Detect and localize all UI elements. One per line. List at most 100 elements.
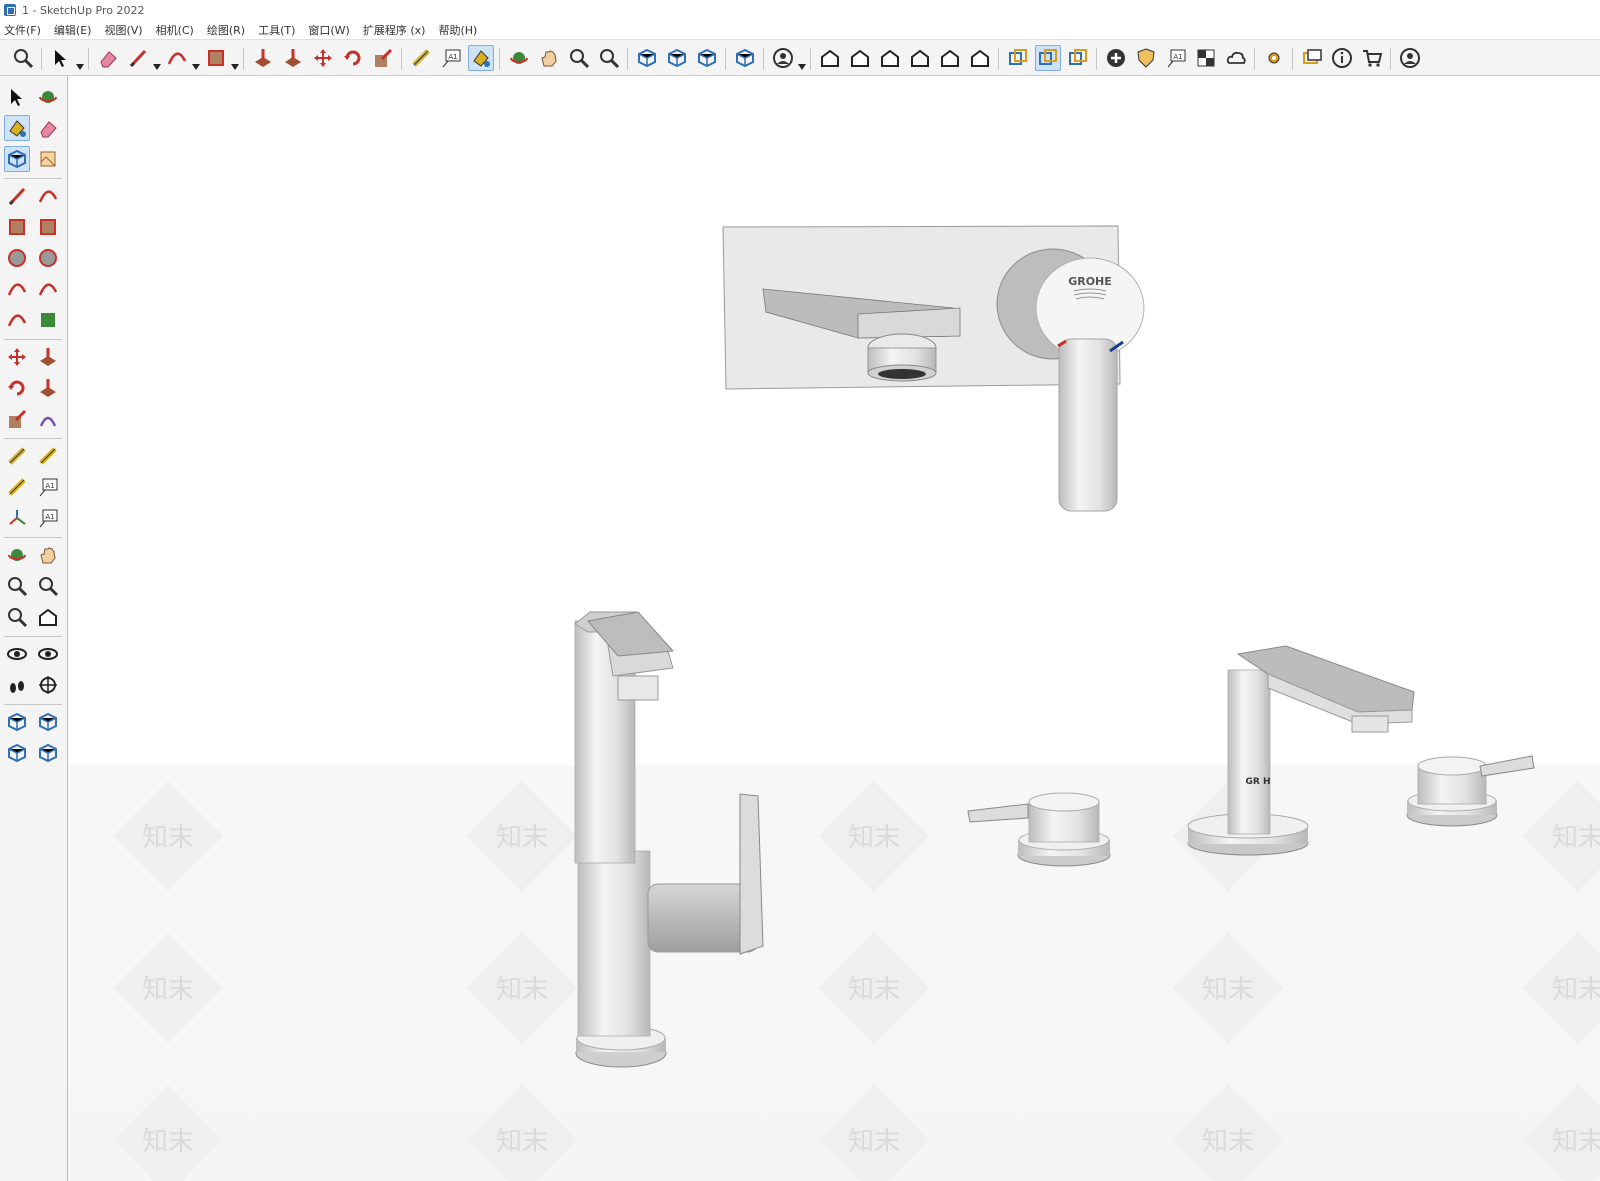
cart-button[interactable]	[1359, 45, 1385, 71]
info-button[interactable]	[1329, 45, 1355, 71]
front-view-button[interactable]	[877, 45, 903, 71]
left-view-button[interactable]	[967, 45, 993, 71]
follow-me-button[interactable]	[280, 45, 306, 71]
previous-view-button[interactable]	[35, 604, 61, 630]
back-view-button[interactable]	[937, 45, 963, 71]
move-button[interactable]	[4, 344, 30, 370]
circle-button[interactable]	[4, 245, 30, 271]
menu-item-4[interactable]: 绘图(R)	[207, 22, 245, 38]
chat-button[interactable]	[1299, 45, 1325, 71]
follow-me-button[interactable]	[35, 375, 61, 401]
chevron-down-icon[interactable]	[231, 55, 239, 70]
right-view-button[interactable]	[907, 45, 933, 71]
tape-measure-button[interactable]	[4, 443, 30, 469]
extension-warehouse-button[interactable]	[664, 45, 690, 71]
chevron-down-icon[interactable]	[153, 55, 161, 70]
menu-item-0[interactable]: 文件(F)	[4, 22, 41, 38]
menu-item-7[interactable]: 扩展程序 (x)	[363, 22, 426, 38]
menu-item-8[interactable]: 帮助(H)	[438, 22, 477, 38]
menu-item-1[interactable]: 编辑(E)	[54, 22, 92, 38]
3d-warehouse-button[interactable]	[4, 709, 30, 735]
arc-button[interactable]	[4, 276, 30, 302]
dimension-button[interactable]	[35, 443, 61, 469]
add-location-button[interactable]	[1103, 45, 1129, 71]
top-view-button[interactable]	[847, 45, 873, 71]
left-faucet-handle[interactable]	[967, 792, 1111, 867]
menu-item-3[interactable]: 相机(C)	[156, 22, 194, 38]
tag-button[interactable]	[35, 146, 61, 172]
wall-mounted-faucet[interactable]: GROHE	[722, 225, 1145, 512]
right-faucet-handle[interactable]	[1406, 755, 1535, 827]
offset-button[interactable]	[35, 406, 61, 432]
section-plane-button[interactable]	[35, 672, 61, 698]
polygon-button[interactable]	[35, 245, 61, 271]
three-point-arc-button[interactable]	[4, 307, 30, 333]
look-around-button[interactable]	[35, 641, 61, 667]
make-component-button[interactable]	[4, 146, 30, 172]
rectangle-button[interactable]	[4, 214, 30, 240]
extension-manager-button[interactable]	[35, 740, 61, 766]
extension-warehouse-button[interactable]	[35, 709, 61, 735]
push-pull-button[interactable]	[35, 344, 61, 370]
move-button[interactable]	[310, 45, 336, 71]
layout-button[interactable]	[4, 740, 30, 766]
two-point-arc-button[interactable]	[35, 276, 61, 302]
zoom-button[interactable]	[4, 573, 30, 599]
freehand-button[interactable]	[35, 183, 61, 209]
push-pull-button[interactable]	[250, 45, 276, 71]
extension-manager-button[interactable]	[732, 45, 758, 71]
scale-button[interactable]	[4, 406, 30, 432]
line-button[interactable]	[4, 183, 30, 209]
account-button[interactable]	[770, 45, 796, 71]
pencil-line-button[interactable]	[125, 45, 151, 71]
scale-button[interactable]	[370, 45, 396, 71]
zoom-extents-button[interactable]	[4, 604, 30, 630]
text-label-button[interactable]: A1	[438, 45, 464, 71]
widespread-faucet-spout[interactable]: GR H	[1187, 645, 1415, 856]
iso-view-button[interactable]	[817, 45, 843, 71]
3d-warehouse-button[interactable]	[634, 45, 660, 71]
select-button[interactable]	[4, 84, 30, 110]
paint-bucket-button[interactable]	[4, 115, 30, 141]
tape-measure-button[interactable]	[408, 45, 434, 71]
settings-button[interactable]	[1261, 45, 1287, 71]
shield-button[interactable]	[1133, 45, 1159, 71]
checker-button[interactable]	[1193, 45, 1219, 71]
eraser-button[interactable]	[95, 45, 121, 71]
rotated-rectangle-button[interactable]	[35, 214, 61, 240]
pan-button[interactable]	[536, 45, 562, 71]
rotate-button[interactable]	[340, 45, 366, 71]
rectangle-button[interactable]	[203, 45, 229, 71]
position-camera-button[interactable]	[4, 641, 30, 667]
pie-button[interactable]	[35, 307, 61, 333]
menu-item-6[interactable]: 窗口(W)	[308, 22, 349, 38]
rotate-button[interactable]	[4, 375, 30, 401]
menu-item-2[interactable]: 视图(V)	[104, 22, 142, 38]
orbit-button[interactable]	[506, 45, 532, 71]
protractor-button[interactable]	[4, 474, 30, 500]
menu-item-5[interactable]: 工具(T)	[258, 22, 295, 38]
zoom-extents-button[interactable]	[596, 45, 622, 71]
chevron-down-icon[interactable]	[192, 55, 200, 70]
orbit-button[interactable]	[35, 84, 61, 110]
chevron-down-icon[interactable]	[76, 55, 84, 70]
layout-button[interactable]	[694, 45, 720, 71]
3d-text-button[interactable]: A1	[35, 505, 61, 531]
arc-button[interactable]	[164, 45, 190, 71]
walk-button[interactable]	[4, 672, 30, 698]
orbit-view-button[interactable]	[4, 542, 30, 568]
text-button[interactable]: A1	[35, 474, 61, 500]
zoom-window-button[interactable]	[35, 573, 61, 599]
outer-shell-button[interactable]	[1035, 45, 1061, 71]
axes-button[interactable]	[4, 505, 30, 531]
select-arrow-button[interactable]	[48, 45, 74, 71]
paint-bucket-button[interactable]	[468, 45, 494, 71]
pan-button[interactable]	[35, 542, 61, 568]
cloud-upload-button[interactable]	[1223, 45, 1249, 71]
eraser-button[interactable]	[35, 115, 61, 141]
search-button[interactable]	[10, 45, 36, 71]
user-profile-button[interactable]	[1397, 45, 1423, 71]
tall-basin-faucet[interactable]	[574, 611, 764, 1068]
photo-texture-button[interactable]: A1	[1163, 45, 1189, 71]
zoom-button[interactable]	[566, 45, 592, 71]
